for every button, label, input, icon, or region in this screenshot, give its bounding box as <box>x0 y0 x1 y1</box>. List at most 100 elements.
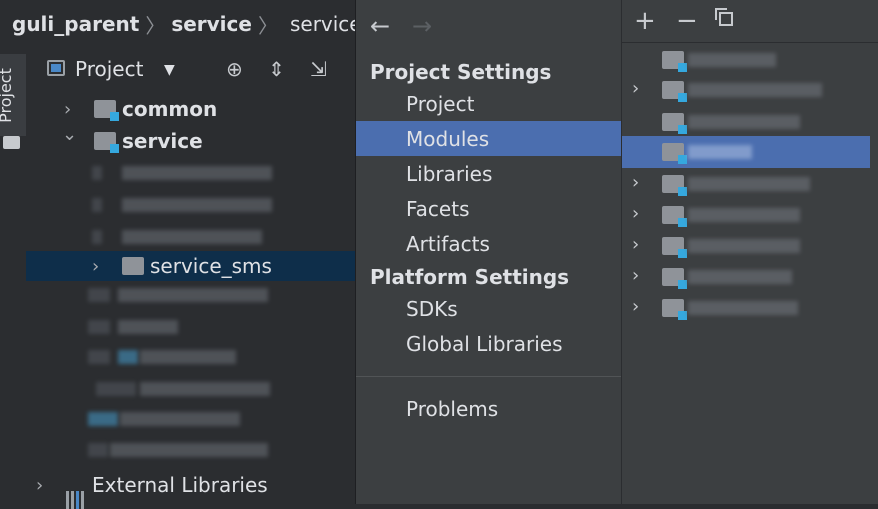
obscured-content <box>120 412 240 426</box>
project-tool-tab[interactable]: Project <box>0 54 26 149</box>
obscured-content <box>122 230 262 244</box>
module-folder-icon <box>662 268 687 289</box>
settings-item-label: Facets <box>406 196 470 221</box>
chevron-right-icon[interactable]: › <box>64 99 71 120</box>
remove-icon[interactable]: − <box>676 6 698 36</box>
chevron-down-icon[interactable]: ▼ <box>164 62 175 78</box>
project-tool-tab-label: Project <box>0 68 15 123</box>
module-folder-icon <box>662 113 687 134</box>
breadcrumb-root[interactable]: guli_parent <box>12 12 139 36</box>
folder-icon <box>3 136 20 149</box>
obscured-content <box>122 198 272 212</box>
obscured-content <box>118 288 268 302</box>
settings-item-artifacts[interactable]: Artifacts <box>356 226 621 261</box>
breadcrumb-service[interactable]: service <box>171 12 252 36</box>
obscured-content <box>688 115 800 129</box>
module-folder-icon <box>662 206 687 227</box>
collapse-all-icon[interactable]: ⇲ <box>310 57 327 81</box>
section-project-settings: Project Settings <box>370 60 552 84</box>
module-row[interactable]: › <box>622 261 870 293</box>
chevron-right-icon[interactable]: › <box>632 234 639 255</box>
chevron-right-icon[interactable]: › <box>632 172 639 193</box>
left-tool-strip: Project <box>0 48 27 504</box>
obscured-content <box>88 412 118 426</box>
obscured-content <box>688 145 752 159</box>
module-row[interactable]: › <box>622 199 870 231</box>
copy-icon[interactable] <box>715 8 733 26</box>
chevron-right-icon[interactable]: › <box>92 256 99 277</box>
settings-item-facets[interactable]: Facets <box>356 191 621 226</box>
breadcrumb-separator: 〉 <box>145 13 166 38</box>
obscured-content <box>688 208 800 222</box>
obscured-content <box>688 177 810 191</box>
obscured-content <box>110 443 268 457</box>
settings-item-label: Modules <box>406 126 490 151</box>
settings-item-sdks[interactable]: SDKs <box>356 291 621 326</box>
tree-node-service-sms[interactable]: › service_sms <box>26 251 355 281</box>
settings-item-modules[interactable]: Modules <box>356 121 621 156</box>
module-folder-icon <box>662 299 687 320</box>
chevron-right-icon[interactable]: › <box>632 78 639 99</box>
modules-list-panel: + − › › › › › › <box>621 0 878 504</box>
chevron-right-icon[interactable]: › <box>632 296 639 317</box>
settings-item-libraries[interactable]: Libraries <box>356 156 621 191</box>
obscured-content <box>96 382 136 396</box>
tree-node-label: service_sms <box>150 254 272 278</box>
obscured-content <box>688 270 792 284</box>
obscured-content <box>688 239 800 253</box>
settings-item-label: Artifacts <box>406 231 490 256</box>
expand-all-icon[interactable]: ⇕ <box>268 57 285 81</box>
settings-item-problems[interactable]: Problems <box>356 391 621 426</box>
tree-node-label: External Libraries <box>92 473 268 497</box>
obscured-content <box>118 350 138 364</box>
project-view-selector[interactable]: Project <box>75 57 143 81</box>
tree-node-common[interactable]: › common <box>26 94 355 124</box>
obscured-content <box>118 320 178 334</box>
settings-item-label: SDKs <box>406 296 458 321</box>
project-panel: Project ▼ ⊕ ⇕ ⇲ › common ⌄ service › ser… <box>26 48 355 509</box>
module-row[interactable]: › <box>622 230 870 262</box>
settings-item-global-libraries[interactable]: Global Libraries <box>356 326 621 361</box>
module-row[interactable]: › <box>622 168 870 200</box>
module-folder-icon <box>662 81 687 102</box>
obscured-content <box>88 288 110 302</box>
chevron-right-icon[interactable]: › <box>632 203 639 224</box>
module-row[interactable]: › <box>622 292 870 324</box>
obscured-content <box>92 198 102 212</box>
module-folder-icon <box>662 51 687 72</box>
settings-item-project[interactable]: Project <box>356 86 621 121</box>
module-row-selected[interactable] <box>622 136 870 168</box>
section-platform-settings: Platform Settings <box>370 265 570 289</box>
locate-icon[interactable]: ⊕ <box>226 57 243 81</box>
settings-item-label: Libraries <box>406 161 493 186</box>
obscured-content <box>688 53 776 67</box>
obscured-content <box>688 83 822 97</box>
module-folder-icon <box>662 143 687 164</box>
settings-item-label: Project <box>406 91 475 116</box>
obscured-content <box>88 350 110 364</box>
obscured-content <box>88 443 108 457</box>
module-folder-icon <box>94 132 119 153</box>
obscured-content <box>88 320 110 334</box>
tree-node-label: common <box>122 97 218 121</box>
module-folder-icon <box>662 237 687 258</box>
module-row[interactable]: › <box>622 74 870 106</box>
add-icon[interactable]: + <box>634 6 656 36</box>
settings-item-label: Global Libraries <box>406 331 563 356</box>
obscured-content <box>140 350 236 364</box>
chevron-right-icon[interactable]: › <box>632 265 639 286</box>
chevron-right-icon[interactable]: › <box>36 475 43 496</box>
tree-node-service[interactable]: ⌄ service <box>26 124 355 156</box>
obscured-content <box>92 230 102 244</box>
module-row[interactable] <box>622 44 870 76</box>
back-arrow-icon[interactable]: ← <box>370 12 390 40</box>
obscured-content <box>688 301 798 315</box>
project-structure-sidebar: ← → Project Settings Project Modules Lib… <box>355 0 621 504</box>
breadcrumb: guli_parent 〉 service 〉 service_s <box>0 0 367 48</box>
modules-toolbar: + − <box>622 0 878 43</box>
forward-arrow-icon[interactable]: → <box>412 12 432 40</box>
chevron-down-icon[interactable]: ⌄ <box>62 124 77 145</box>
library-icon <box>66 491 84 509</box>
module-row[interactable] <box>622 106 870 138</box>
module-folder-icon <box>94 100 119 121</box>
